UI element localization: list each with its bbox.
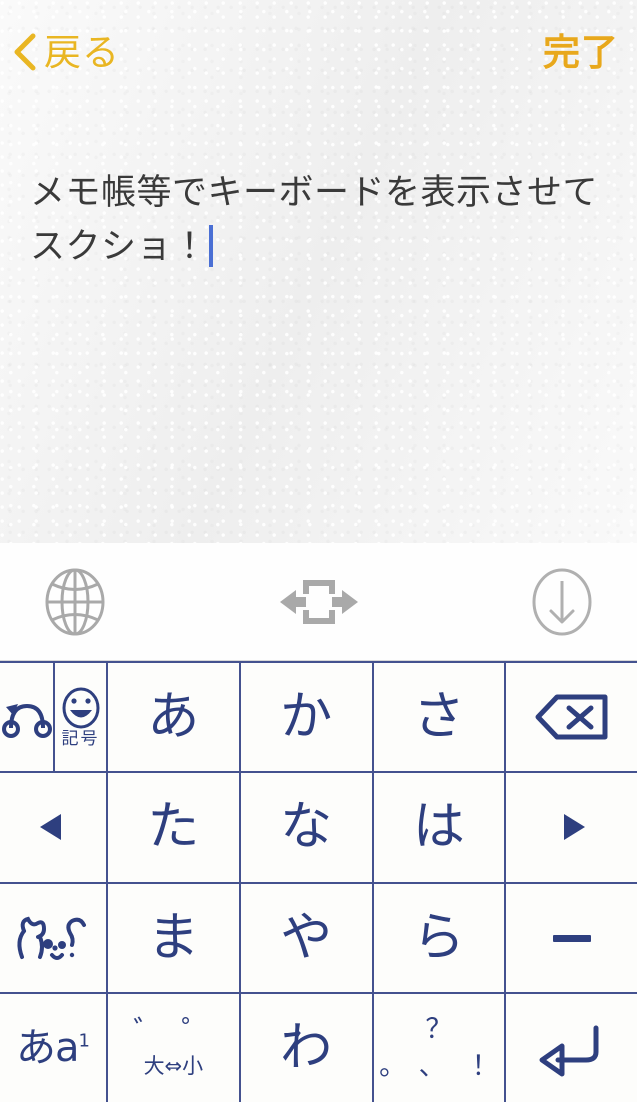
kana-key-ha[interactable]: は <box>373 773 507 882</box>
undo-icon <box>1 704 52 739</box>
kana-key-label: な <box>280 797 333 858</box>
kana-key-label: あ <box>147 687 200 748</box>
kana-key-label: か <box>280 687 333 748</box>
keyboard-key-grid: 記号 あ か さ た な は ま や ら あa1 ゛゜ 大⇔小 わ ？ 。、 <box>0 661 637 1102</box>
kana-key-ta[interactable]: た <box>108 773 241 882</box>
dash-key[interactable] <box>506 883 637 992</box>
punctuation-marks: 。、！ <box>379 1050 499 1082</box>
backspace-icon <box>535 694 608 740</box>
input-mode-key[interactable]: あa1 <box>0 993 108 1102</box>
punctuation-question-mark: ？ <box>425 1013 453 1045</box>
keyboard-row: 記号 あ か さ <box>0 663 637 774</box>
text-caret <box>208 225 213 268</box>
back-button-label: 戻る <box>44 31 120 73</box>
navigation-bar: 戻る 完了 <box>0 0 637 104</box>
symbol-key[interactable]: 記号 <box>55 663 108 772</box>
input-mode-secondary: 1 <box>78 1030 90 1052</box>
dakuten-key[interactable]: ゛゜ 大⇔小 <box>108 993 241 1102</box>
triangle-left-icon <box>40 814 61 841</box>
kana-key-label: ら <box>412 907 465 968</box>
kana-key-label: や <box>280 907 333 968</box>
done-button[interactable]: 完了 <box>543 34 619 71</box>
return-arrow-icon <box>539 1025 599 1077</box>
keyboard-toolbar <box>0 543 637 661</box>
input-mode-primary: あa <box>16 1024 80 1071</box>
keyboard-width-toggle-icon <box>279 579 358 624</box>
kana-key-label: た <box>147 797 200 858</box>
triangle-right-icon <box>563 814 585 841</box>
notes-app-screen: 戻る 完了 メモ帳等でキーボードを表示させてスクショ！ 記号 あ か さ た な… <box>0 0 637 1102</box>
globe-icon <box>45 568 105 635</box>
kaomoji-key[interactable] <box>0 883 108 992</box>
hide-keyboard-icon <box>532 568 592 635</box>
note-text-field[interactable]: メモ帳等でキーボードを表示させてスクショ！ <box>0 104 637 275</box>
input-mode-key-label: あa1 <box>16 1028 90 1068</box>
globe-button[interactable] <box>0 565 150 639</box>
cursor-right-key[interactable] <box>506 773 637 882</box>
keyboard-width-toggle-button[interactable] <box>150 576 487 628</box>
kana-key-sa[interactable]: さ <box>373 663 507 772</box>
chevron-left-icon <box>14 33 36 71</box>
punctuation-key[interactable]: ？ 。、！ <box>373 993 507 1102</box>
kana-key-label: わ <box>280 1017 333 1078</box>
undo-key[interactable] <box>0 663 55 772</box>
kana-key-label: ま <box>147 907 200 968</box>
japanese-keyboard: 記号 あ か さ た な は ま や ら あa1 ゛゜ 大⇔小 わ ？ 。、 <box>0 543 637 1102</box>
kana-key-ya[interactable]: や <box>240 883 374 992</box>
keyboard-row: ま や ら <box>0 883 637 994</box>
kana-key-a[interactable]: あ <box>108 663 241 772</box>
backspace-key[interactable] <box>506 663 637 772</box>
kana-key-label: さ <box>412 687 465 748</box>
dakuten-size-label: 大⇔小 <box>143 1054 204 1079</box>
keyboard-row: あa1 ゛゜ 大⇔小 わ ？ 。、！ <box>0 993 637 1102</box>
kaomoji-face-icon <box>17 916 86 960</box>
kana-key-wa[interactable]: わ <box>240 993 374 1102</box>
hide-keyboard-button[interactable] <box>487 565 637 639</box>
minus-icon <box>552 934 591 942</box>
kana-key-ka[interactable]: か <box>240 663 374 772</box>
kana-key-ma[interactable]: ま <box>108 883 241 992</box>
note-paper-area: 戻る 完了 メモ帳等でキーボードを表示させてスクショ！ <box>0 0 637 543</box>
kana-key-ra[interactable]: ら <box>373 883 507 992</box>
keyboard-row: た な は <box>0 773 637 884</box>
symbol-key-label: 記号 <box>61 728 100 749</box>
dakuten-marks: ゛゜ <box>133 1015 230 1051</box>
note-text-content: メモ帳等でキーボードを表示させてスクショ！ <box>30 173 599 267</box>
emoji-face-icon <box>62 687 99 729</box>
cursor-left-key[interactable] <box>0 773 108 882</box>
back-button[interactable]: 戻る <box>12 32 120 72</box>
return-key[interactable] <box>506 993 637 1102</box>
kana-key-na[interactable]: な <box>240 773 374 882</box>
kana-key-label: は <box>412 797 465 858</box>
